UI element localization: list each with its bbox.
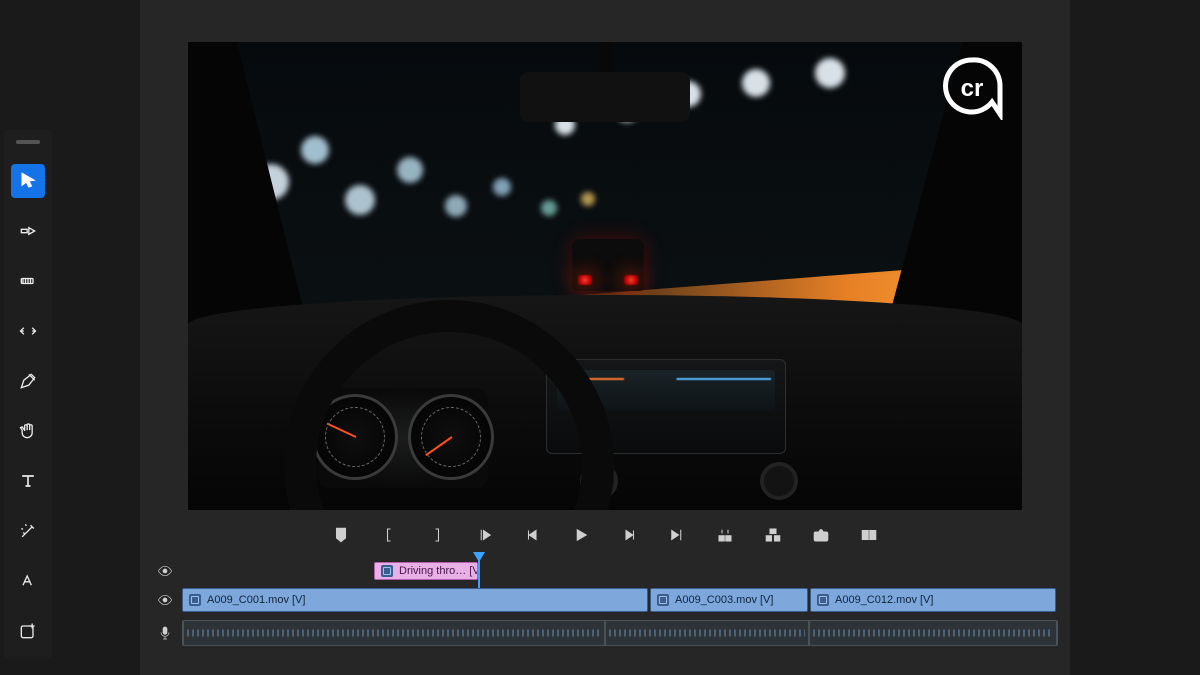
go-to-in-button[interactable] [474,524,496,546]
clip-v1-2[interactable]: A009_C003.mov [V] [650,588,808,612]
svg-text:cr: cr [961,75,984,102]
audio-track-1 [148,618,1058,648]
type-icon [18,471,38,491]
clip-v1-3[interactable]: A009_C012.mov [V] [810,588,1056,612]
track-select-forward-tool[interactable] [11,214,45,248]
razor-icon [18,271,38,291]
lift-button[interactable] [714,524,736,546]
razor-tool[interactable] [11,264,45,298]
go-to-out-button[interactable] [666,524,688,546]
video-track-1: A009_C001.mov [V] A009_C003.mov [V] A009… [148,586,1058,614]
compare-icon [860,526,878,544]
add-marker-button[interactable] [330,524,352,546]
bracket-right-icon [428,526,446,544]
eye-icon [157,563,173,579]
audio-seg-3[interactable] [809,621,1057,645]
comparison-view-button[interactable] [858,524,880,546]
car-ahead [572,239,644,291]
clip-label: A009_C001.mov [V] [207,594,305,606]
video-track-2: Driving thro… [V] [148,560,1058,582]
transport-controls [188,518,1022,552]
bracket-left-icon [380,526,398,544]
track-v2-visibility[interactable] [148,563,182,579]
fx-badge-icon [817,594,829,606]
audio-seg-2[interactable] [605,621,809,645]
step-fwd-icon [620,526,638,544]
toolbar-grip[interactable] [16,140,40,144]
ripple-edit-tool[interactable] [11,314,45,348]
goto-out-icon [668,526,686,544]
extract-button[interactable] [762,524,784,546]
play-icon [572,526,590,544]
pen-tool[interactable] [11,364,45,398]
audio-lane[interactable] [182,620,1058,646]
goto-in-icon [476,526,494,544]
watermark-logo: cr [940,56,1004,120]
step-forward-button[interactable] [618,524,640,546]
editor-stage: cr Driving thro… [V] [140,0,1070,675]
fx-badge-icon [189,594,201,606]
hand-icon [18,421,38,441]
ripple-icon [18,321,38,341]
track-v1-visibility[interactable] [148,592,182,608]
clip-v1-1[interactable]: A009_C001.mov [V] [182,588,648,612]
remix-tool[interactable] [11,514,45,548]
clip-v2-1[interactable]: Driving thro… [V] [374,562,478,580]
mic-icon [157,625,173,641]
extract-icon [764,526,782,544]
selection-tool[interactable] [11,164,45,198]
toolbar [4,130,52,658]
wand-icon [18,521,38,541]
clip-label: Driving thro… [V] [399,565,478,577]
export-frame-button[interactable] [810,524,832,546]
type-tool[interactable] [11,464,45,498]
mark-out-button[interactable] [426,524,448,546]
cursor-icon [18,171,38,191]
audio-seg-1[interactable] [183,621,605,645]
lift-icon [716,526,734,544]
program-monitor[interactable]: cr [188,42,1022,510]
rearview-mirror [510,42,700,122]
step-back-button[interactable] [522,524,544,546]
crop-tool[interactable] [11,564,45,598]
step-back-icon [524,526,542,544]
clip-label: A009_C003.mov [V] [675,594,773,606]
hand-tool[interactable] [11,414,45,448]
marker-icon [332,526,350,544]
pen-icon [18,371,38,391]
track-select-icon [18,221,38,241]
fx-badge-icon [381,565,393,577]
play-button[interactable] [570,524,592,546]
timeline[interactable]: Driving thro… [V] A009_C001.mov [V] A009… [140,560,1070,670]
eye-icon [157,592,173,608]
track-a1-mic[interactable] [148,625,182,641]
add-media-icon [18,621,38,641]
crop-icon [18,571,38,591]
mark-in-button[interactable] [378,524,400,546]
camera-icon [812,526,830,544]
add-media[interactable] [11,614,45,648]
clip-label: A009_C012.mov [V] [835,594,933,606]
fx-badge-icon [657,594,669,606]
